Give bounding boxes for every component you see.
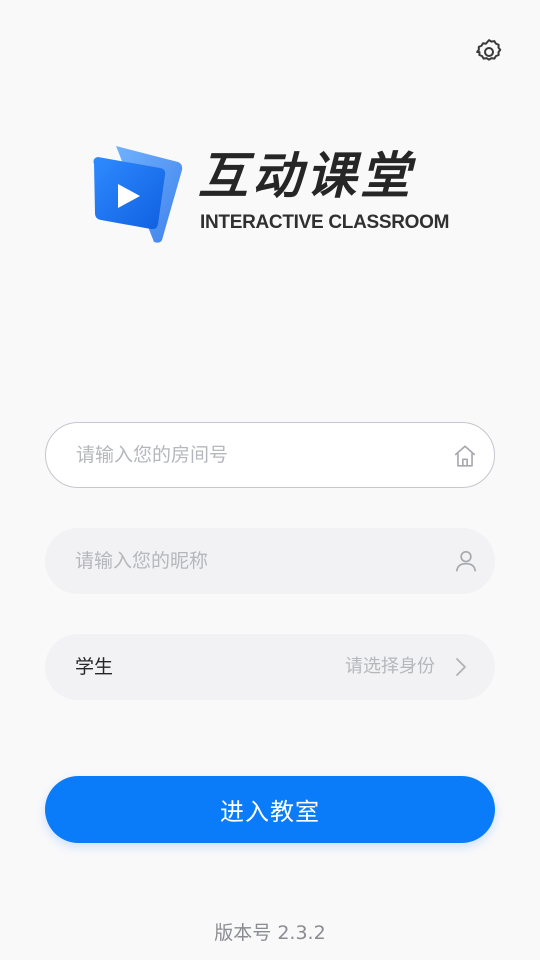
home-icon bbox=[454, 445, 476, 467]
role-selector[interactable]: 学生 请选择身份 bbox=[45, 634, 495, 700]
enter-classroom-button[interactable]: 进入教室 bbox=[45, 776, 495, 843]
settings-button[interactable] bbox=[466, 29, 512, 75]
gear-icon bbox=[476, 39, 502, 61]
nickname-field[interactable] bbox=[45, 528, 495, 594]
logo-mark-icon bbox=[93, 146, 183, 243]
brand-title-cn: 互动课堂 bbox=[198, 147, 414, 205]
nickname-input[interactable] bbox=[75, 528, 435, 594]
role-value: 学生 bbox=[75, 656, 114, 678]
chevron-right-icon bbox=[456, 658, 466, 676]
version-label: 版本号 2.3.2 bbox=[214, 922, 326, 944]
room-number-input[interactable] bbox=[76, 423, 436, 487]
app-logo: 互动课堂 INTERACTIVE CLASSROOM bbox=[88, 140, 458, 250]
user-icon bbox=[455, 550, 477, 572]
role-hint: 请选择身份 bbox=[345, 656, 435, 677]
brand-title-en: INTERACTIVE CLASSROOM bbox=[200, 212, 450, 233]
room-number-field[interactable] bbox=[45, 422, 495, 488]
